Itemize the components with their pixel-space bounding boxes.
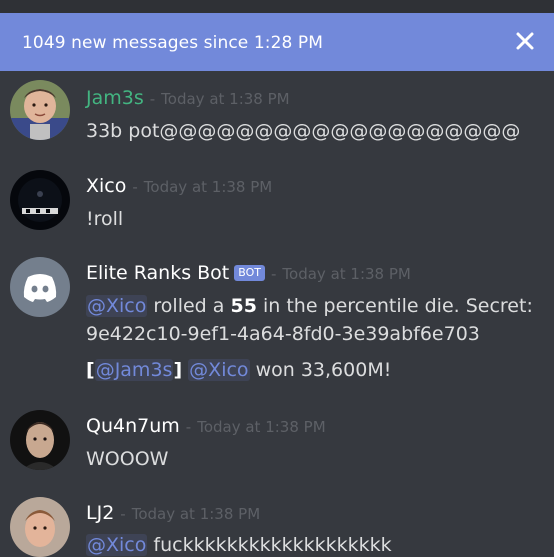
message-content-line: @Xico rolled a 55 in the percentile die.… bbox=[86, 295, 533, 317]
bot-tag: BOT bbox=[234, 265, 265, 281]
discord-logo-icon bbox=[23, 274, 57, 302]
message-content: WOOOW bbox=[86, 448, 169, 470]
roll-number: 55 bbox=[230, 295, 257, 317]
author-name[interactable]: Elite Ranks Bot bbox=[86, 262, 229, 284]
text-fragment: in the percentile die. Secret: bbox=[256, 295, 533, 317]
close-icon[interactable] bbox=[512, 28, 538, 54]
message-header: Qu4n7um - Today at 1:38 PM bbox=[86, 415, 326, 437]
avatar-jam3s[interactable] bbox=[10, 80, 70, 140]
avatar-elite-ranks-bot[interactable] bbox=[10, 257, 70, 317]
message-lj2: LJ2- Today at 1:38 PM @Xico fuckkkkkkkkkk… bbox=[0, 495, 554, 557]
text-fragment: rolled a bbox=[147, 295, 231, 317]
message-content-line: @Xico fuckkkkkkkkkkkkkkkkkkk bbox=[86, 534, 392, 556]
message-content: 33b pot@@@@@@@@@@@@@@@@@@@ bbox=[86, 120, 521, 142]
message-content-line: 9e422c10-9ef1-4a64-8fd0-3e39abf6e703 bbox=[86, 323, 480, 345]
text-fragment: won 33,600M! bbox=[249, 359, 392, 381]
header-separator: - bbox=[271, 265, 277, 283]
new-messages-banner[interactable]: 1049 new messages since 1:28 PM bbox=[0, 13, 554, 71]
message-content-line: [@Jam3s] @Xico won 33,600M! bbox=[86, 359, 391, 381]
timestamp: Today at 1:38 PM bbox=[161, 90, 290, 108]
bracket-open: [ bbox=[86, 359, 95, 381]
message-content: !roll bbox=[86, 208, 124, 230]
user-mention[interactable]: @Jam3s bbox=[94, 359, 174, 381]
message-qu4n7um: Qu4n7um - Today at 1:38 PM WOOOW bbox=[0, 408, 554, 488]
user-mention[interactable]: @Xico bbox=[188, 359, 250, 381]
author-name[interactable]: Jam3s bbox=[86, 87, 144, 109]
timestamp: Today at 1:38 PM bbox=[143, 178, 273, 196]
timestamp: Today at 1:38 PM bbox=[282, 265, 411, 283]
bracket-close: ] bbox=[173, 359, 183, 381]
user-mention[interactable]: @Xico bbox=[86, 295, 148, 317]
avatar-xico[interactable] bbox=[10, 170, 70, 230]
author-name[interactable]: Xico bbox=[86, 175, 126, 197]
timestamp: Today at 1:38 PM bbox=[197, 418, 326, 436]
message-header: Elite Ranks Bot BOT - Today at 1:38 PM bbox=[86, 262, 411, 284]
message-elite-ranks-bot: Elite Ranks Bot BOT - Today at 1:38 PM @Xic… bbox=[0, 255, 554, 395]
text-fragment: fuckkkkkkkkkkkkkkkkkkk bbox=[147, 534, 392, 556]
avatar-qu4n7um[interactable] bbox=[10, 410, 70, 470]
header-separator: - bbox=[185, 418, 192, 436]
message-header: LJ2- Today at 1:38 PM bbox=[86, 502, 260, 524]
avatar-lj2[interactable] bbox=[10, 497, 70, 557]
message-header: Jam3s - Today at 1:38 PM bbox=[86, 87, 290, 109]
message-xico: Xico - Today at 1:38 PM !roll bbox=[0, 168, 554, 248]
timestamp: Today at 1:38 PM bbox=[131, 505, 261, 523]
header-separator: - bbox=[120, 505, 126, 523]
new-messages-banner-text: 1049 new messages since 1:28 PM bbox=[22, 33, 324, 53]
message-jam3s: Jam3s - Today at 1:38 PM 33b pot@@@@@@@@@@… bbox=[0, 78, 554, 158]
channel-top-strip bbox=[0, 0, 554, 13]
header-separator: - bbox=[132, 178, 138, 196]
header-separator: - bbox=[149, 90, 156, 108]
message-header: Xico - Today at 1:38 PM bbox=[86, 175, 272, 197]
author-name[interactable]: Qu4n7um bbox=[86, 415, 180, 437]
author-name[interactable]: LJ2 bbox=[86, 502, 114, 524]
user-mention[interactable]: @Xico bbox=[86, 534, 148, 556]
